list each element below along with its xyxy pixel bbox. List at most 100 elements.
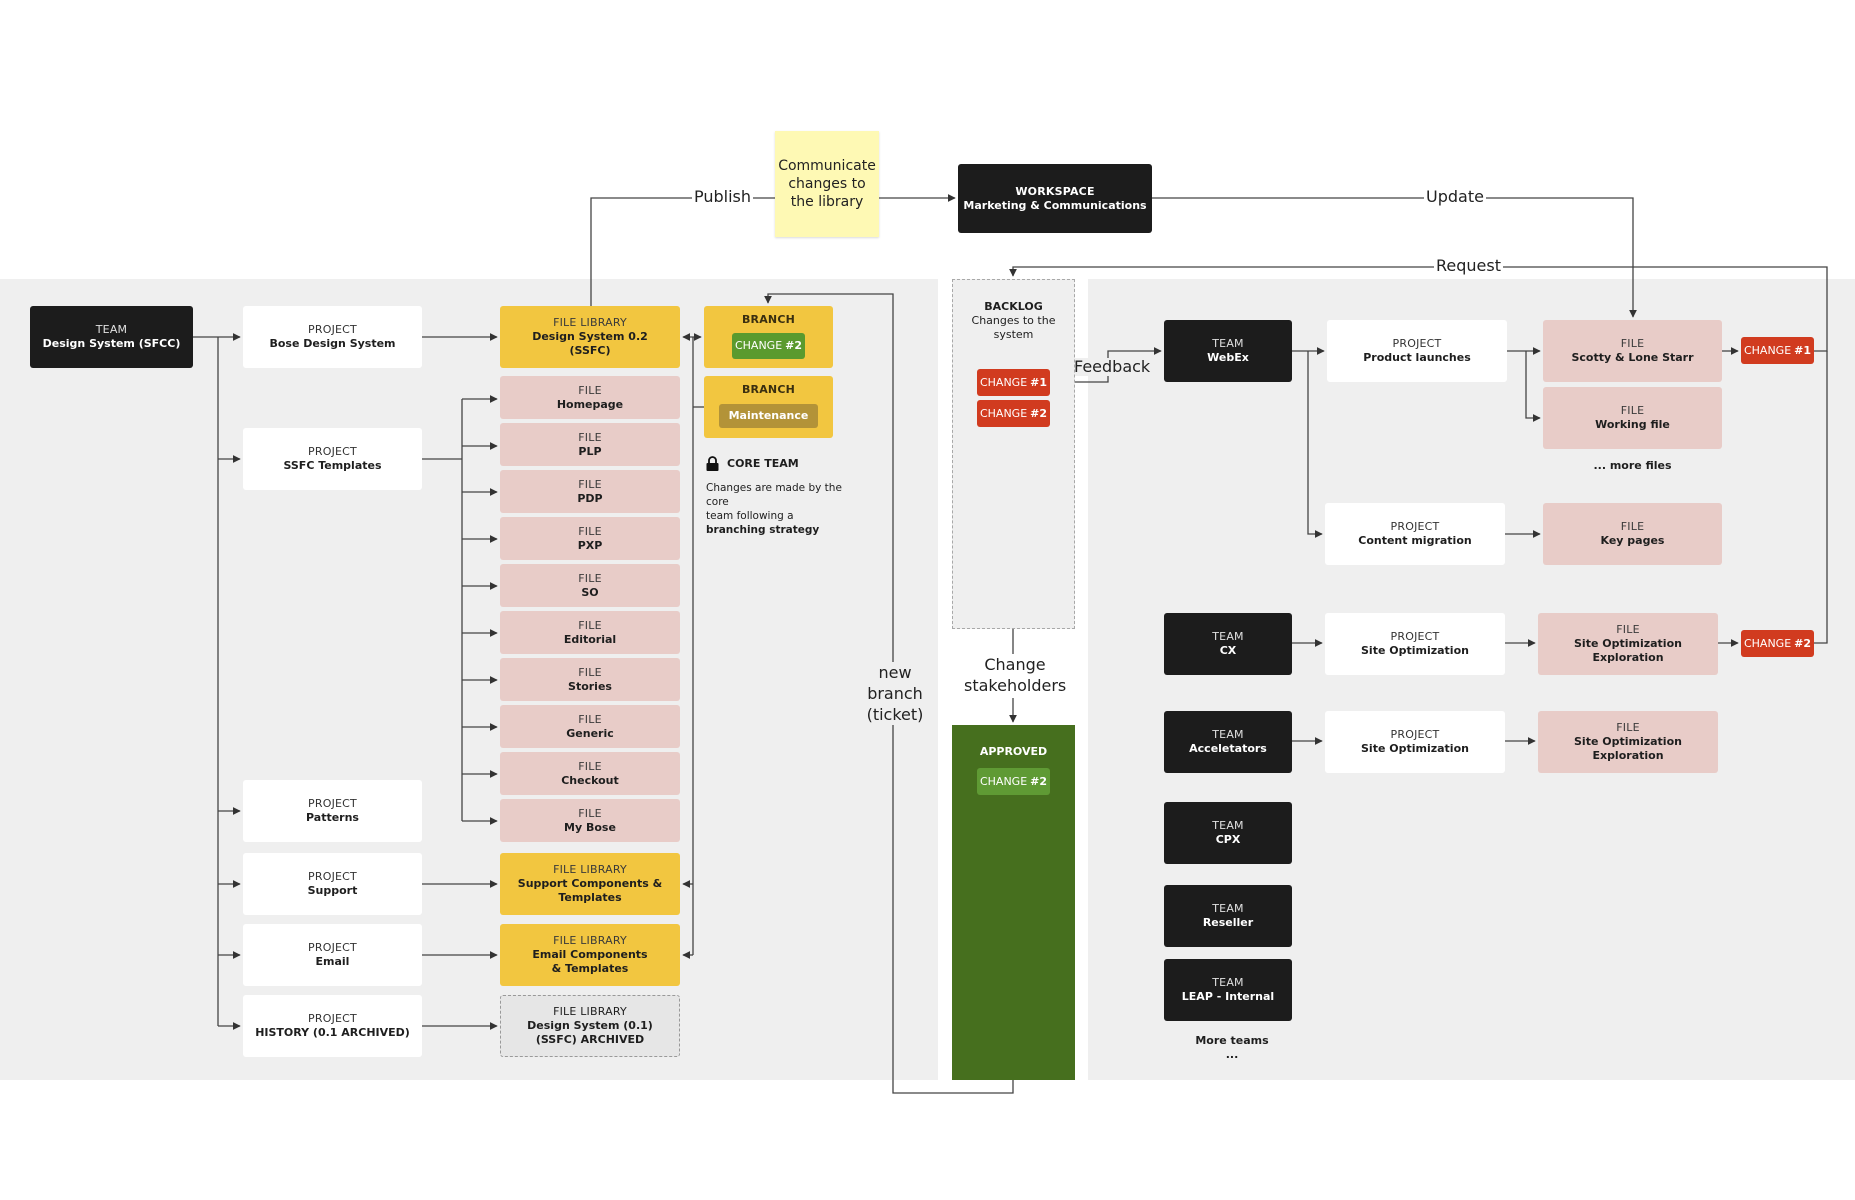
node-name: Generic [566,726,614,740]
node-kind: FILE [1620,404,1645,417]
file-key-pages[interactable]: FILE Key pages [1543,503,1722,565]
file-homepage[interactable]: FILE Homepage [500,376,680,419]
file-library-design-system-0-2[interactable]: FILE LIBRARY Design System 0.2 (SSFC) [500,306,680,368]
node-kind: FILE [578,618,602,632]
file-my-bose[interactable]: FILE My Bose [500,799,680,842]
edge-label-request: Request [1434,256,1503,275]
project-support[interactable]: PROJECT Support [243,853,422,915]
file-cx-site-optimization-exploration[interactable]: FILE Site Optimization Exploration [1538,613,1718,675]
team-webex[interactable]: TEAM WebEx [1164,320,1292,382]
edge-label-new-branch-line2: branch [867,684,923,703]
node-kind: FILE [578,712,602,726]
backlog-change-2[interactable]: CHANGE #2 [977,400,1050,427]
node-name: Scotty & Lone Starr [1571,351,1694,364]
change-chip[interactable]: CHANGE #2 [732,333,805,359]
change-chip-prefix: CHANGE [979,376,1028,389]
project-bose-design-system[interactable]: PROJECT Bose Design System [243,306,422,368]
file-scotty-lone-starr[interactable]: FILE Scotty & Lone Starr [1543,320,1722,382]
node-name: WebEx [1207,351,1249,364]
node-name: Content migration [1358,534,1472,547]
project-product-launches[interactable]: PROJECT Product launches [1327,320,1507,382]
project-patterns[interactable]: PROJECT Patterns [243,780,422,842]
change-chip-prefix: CHANGE [1743,344,1792,357]
node-name: PDP [577,491,603,505]
project-cx-site-optimization[interactable]: PROJECT Site Optimization [1325,613,1505,675]
webex-change-1[interactable]: CHANGE #1 [1741,337,1814,364]
project-email[interactable]: PROJECT Email [243,924,422,986]
node-kind: FILE [578,665,602,679]
file-accelerators-site-optimization-exploration[interactable]: FILE Site Optimization Exploration [1538,711,1718,773]
node-name: Support [307,884,358,897]
backlog-change-1[interactable]: CHANGE #1 [977,369,1050,396]
branch-maintenance[interactable]: BRANCH Maintenance [704,376,833,438]
node-name: SSFC Templates [283,459,382,472]
file-checkout[interactable]: FILE Checkout [500,752,680,795]
node-kind: FILE LIBRARY [553,934,627,947]
file-library-support[interactable]: FILE LIBRARY Support Components & Templa… [500,853,680,915]
file-library-archived[interactable]: FILE LIBRARY Design System (0.1) (SSFC) … [500,995,680,1057]
node-kind: FILE [1620,337,1645,350]
file-library-email[interactable]: FILE LIBRARY Email Components & Template… [500,924,680,986]
node-name: Site Optimization [1574,735,1682,748]
backlog-title: BACKLOG [984,300,1043,313]
node-name: Editorial [563,632,617,646]
node-name: Email Components [532,948,648,961]
project-content-migration[interactable]: PROJECT Content migration [1325,503,1505,565]
node-kind: FILE LIBRARY [553,1005,627,1018]
team-accelerators[interactable]: TEAM Acceletators [1164,711,1292,773]
node-name: Site Optimization [1361,742,1469,755]
file-so[interactable]: FILE SO [500,564,680,607]
project-history[interactable]: PROJECT HISTORY (0.1 ARCHIVED) [243,995,422,1057]
team-cx[interactable]: TEAM CX [1164,613,1292,675]
node-kind: FILE LIBRARY [553,863,627,876]
team-leap-internal[interactable]: TEAM LEAP - Internal [1164,959,1292,1021]
node-name-line2: (SSFC) ARCHIVED [535,1033,645,1046]
node-name: HISTORY (0.1 ARCHIVED) [255,1026,410,1039]
team-reseller[interactable]: TEAM Reseller [1164,885,1292,947]
node-name-line2: Exploration [1592,749,1664,762]
node-name: CX [1219,644,1237,657]
change-chip-number: #2 [1794,637,1812,650]
node-name: Stories [568,679,612,693]
maintenance-chip[interactable]: Maintenance [719,404,818,428]
approved-title: APPROVED [979,745,1048,758]
node-name: Patterns [306,811,359,824]
core-team-text-line3: branching strategy [706,524,820,536]
workspace-node[interactable]: WORKSPACE Marketing & Communications [958,164,1152,233]
node-kind: FILE [1616,721,1640,734]
approved-change-2[interactable]: CHANGE #2 [977,768,1050,795]
backlog-panel: BACKLOG Changes to the system [952,279,1075,629]
project-accelerators-site-optimization[interactable]: PROJECT Site Optimization [1325,711,1505,773]
file-generic[interactable]: FILE Generic [500,705,680,748]
node-name: Marketing & Communications [963,198,1147,212]
sticky-note-communicate[interactable]: Communicate changes to the library [775,131,879,237]
more-teams-label: More teams [1195,1034,1269,1047]
file-editorial[interactable]: FILE Editorial [500,611,680,654]
node-name: PXP [577,538,603,552]
core-team-text-line2: team following a [706,510,794,522]
sticky-note-text: Communicate changes to the library [778,158,876,210]
node-kind: PROJECT [1390,728,1440,741]
edge-label-new-branch: new branch (ticket) [864,662,926,725]
team-cpx[interactable]: TEAM CPX [1164,802,1292,864]
node-kind: FILE LIBRARY [553,316,627,329]
file-pxp[interactable]: FILE PXP [500,517,680,560]
node-name: PLP [578,444,602,458]
edge-label-feedback: Feedback [1072,357,1153,376]
file-pdp[interactable]: FILE PDP [500,470,680,513]
approved-panel: APPROVED CHANGE #2 [952,725,1075,1080]
branch-change-2[interactable]: BRANCH CHANGE #2 [704,306,833,368]
cx-change-2[interactable]: CHANGE #2 [1741,630,1814,657]
node-name: CPX [1215,833,1241,846]
file-stories[interactable]: FILE Stories [500,658,680,701]
file-working-file[interactable]: FILE Working file [1543,387,1722,449]
node-name: Working file [1595,418,1670,431]
node-name: LEAP - Internal [1181,990,1275,1003]
change-chip-number: #1 [1794,344,1812,357]
project-ssfc-templates[interactable]: PROJECT SSFC Templates [243,428,422,490]
team-design-system[interactable]: TEAM Design System (SFCC) [30,306,193,368]
node-name: Bose Design System [269,337,396,350]
node-name: Design System (0.1) [527,1019,653,1032]
file-plp[interactable]: FILE PLP [500,423,680,466]
node-name: Key pages [1600,534,1665,547]
